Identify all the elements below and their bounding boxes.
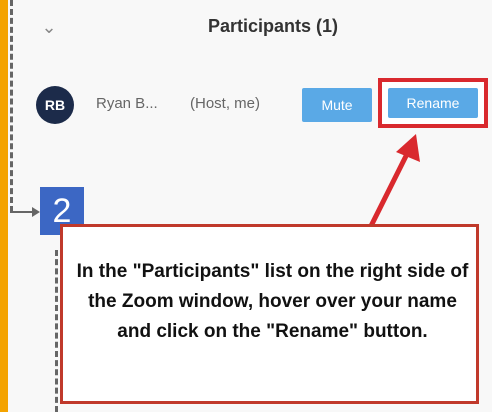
avatar: RB — [36, 86, 74, 124]
orange-edge-strip — [0, 0, 8, 412]
mute-button[interactable]: Mute — [302, 88, 372, 122]
instruction-text: In the "Participants" list on the right … — [76, 261, 469, 342]
guide-arrow-icon — [10, 207, 40, 217]
pointer-arrow-icon — [367, 134, 420, 230]
panel-title: Participants (1) — [207, 16, 339, 36]
instruction-callout: In the "Participants" list on the right … — [60, 224, 479, 404]
participant-name: Ryan B... — [96, 95, 158, 112]
participant-row[interactable]: RB Ryan B... (Host, me) Mute Rename — [8, 76, 492, 132]
chevron-down-icon[interactable]: ⌄ — [38, 16, 60, 38]
rename-highlight-box: Rename — [378, 78, 488, 128]
rename-button[interactable]: Rename — [388, 88, 478, 118]
participants-header: ⌄ Participants (1) — [8, 0, 492, 56]
participant-role: (Host, me) — [190, 95, 261, 112]
dashed-guide-line-lower — [55, 250, 58, 412]
